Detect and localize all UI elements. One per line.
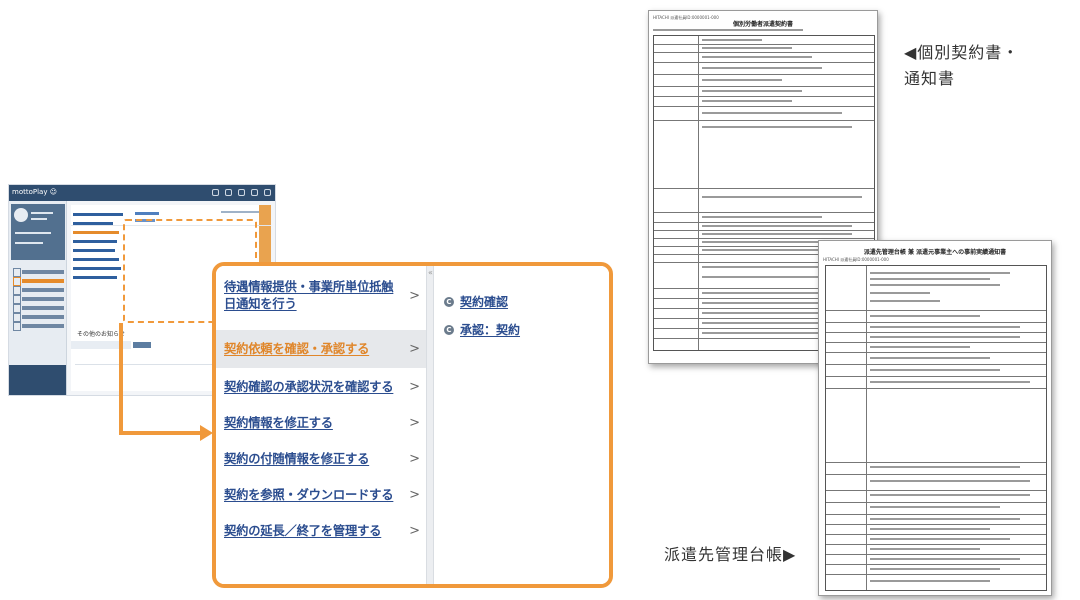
menu-item-label: 契約情報を修正する — [224, 415, 333, 430]
thumbnail-menu — [71, 207, 129, 285]
thumbnail-news-heading: その他のお知らせ — [77, 331, 125, 338]
submenu-item-label: 契約確認 — [460, 295, 509, 309]
menu-item-label: 契約を参照・ダウンロードする — [224, 487, 394, 502]
chevron-right-icon: > — [409, 288, 420, 304]
doc-table — [825, 265, 1047, 591]
menu-item-label: 契約の付随情報を修正する — [224, 451, 370, 466]
chevron-right-icon: > — [409, 451, 420, 467]
submenu: C 契約確認 C 承認：契約 — [434, 266, 609, 584]
thumbnail-header-icons — [212, 189, 271, 196]
menu-item-label: 契約確認の承認状況を確認する — [224, 379, 394, 394]
thumbnail-nav — [12, 265, 64, 333]
zoomed-menu-panel: 待遇情報提供・事業所単位抵触日通知を行う > 契約依頼を確認・承認する > 契約… — [212, 262, 613, 588]
thumbnail-sidebar — [9, 201, 67, 395]
submenu-item-label: 承認：契約 — [460, 323, 521, 337]
help-icon — [251, 189, 258, 196]
thumbnail-logo: mottoPlay ☺ — [12, 188, 57, 196]
doc-title: 個別労働者派遣契約書 — [732, 21, 793, 28]
menu-item-label: 待遇情報提供・事業所単位抵触日通知を行う — [224, 280, 394, 311]
circle-c-icon: C — [444, 296, 454, 307]
ledger-document: 派遣先管理台帳 兼 派遣元事業主への事前実績通知書 HITACHI 派遣社員ID… — [818, 240, 1052, 596]
menu-item-confirm-approve[interactable]: 契約依頼を確認・承認する > — [216, 330, 426, 368]
doc-title: 派遣先管理台帳 兼 派遣元事業主への事前実績通知書 — [863, 249, 1007, 256]
chevron-right-icon: > — [409, 487, 420, 503]
menu-item-notify[interactable]: 待遇情報提供・事業所単位抵触日通知を行う > — [216, 270, 426, 322]
arrow-connector-horizontal — [119, 431, 201, 435]
mail-icon — [238, 189, 245, 196]
menu-item-edit-contract[interactable]: 契約情報を修正する > — [216, 404, 426, 442]
thumbnail-header-bar: mottoPlay ☺ — [9, 185, 275, 201]
chevron-right-icon: > — [409, 523, 420, 539]
chevron-right-icon: > — [409, 415, 420, 431]
contract-caption: ◀個別契約書・ 通知書 — [904, 43, 1020, 88]
thumbnail-sidebar-footer — [9, 365, 66, 395]
menu-item-approval-status[interactable]: 契約確認の承認状況を確認する > — [216, 368, 426, 406]
menu-item-view-download[interactable]: 契約を参照・ダウンロードする > — [216, 476, 426, 514]
submenu-item-contract-confirm[interactable]: C 契約確認 — [444, 293, 508, 310]
avatar — [14, 208, 28, 222]
chevron-right-icon: > — [409, 379, 420, 395]
menu-item-label: 契約依頼を確認・承認する — [224, 341, 370, 356]
menu-item-extend-terminate[interactable]: 契約の延長／終了を管理する > — [216, 512, 426, 550]
thumbnail-user-card — [11, 204, 65, 260]
home-icon — [212, 189, 219, 196]
doc-header: HITACHI 派遣社員ID:0000001-000 — [823, 257, 889, 262]
menu-icon — [264, 189, 271, 196]
circle-c-icon: C — [444, 324, 454, 335]
menu-item-edit-attached-info[interactable]: 契約の付随情報を修正する > — [216, 440, 426, 478]
contract-menu: 待遇情報提供・事業所単位抵触日通知を行う > 契約依頼を確認・承認する > 契約… — [216, 266, 426, 584]
chevron-right-icon: > — [409, 341, 420, 357]
menu-divider-scrollbar[interactable]: « — [426, 266, 434, 584]
bell-icon — [225, 189, 232, 196]
arrow-connector-vertical — [119, 323, 123, 435]
ledger-caption: 派遣先管理台帳▶ — [664, 545, 797, 564]
menu-item-label: 契約の延長／終了を管理する — [224, 523, 382, 538]
submenu-item-approve-contract[interactable]: C 承認：契約 — [444, 321, 520, 338]
